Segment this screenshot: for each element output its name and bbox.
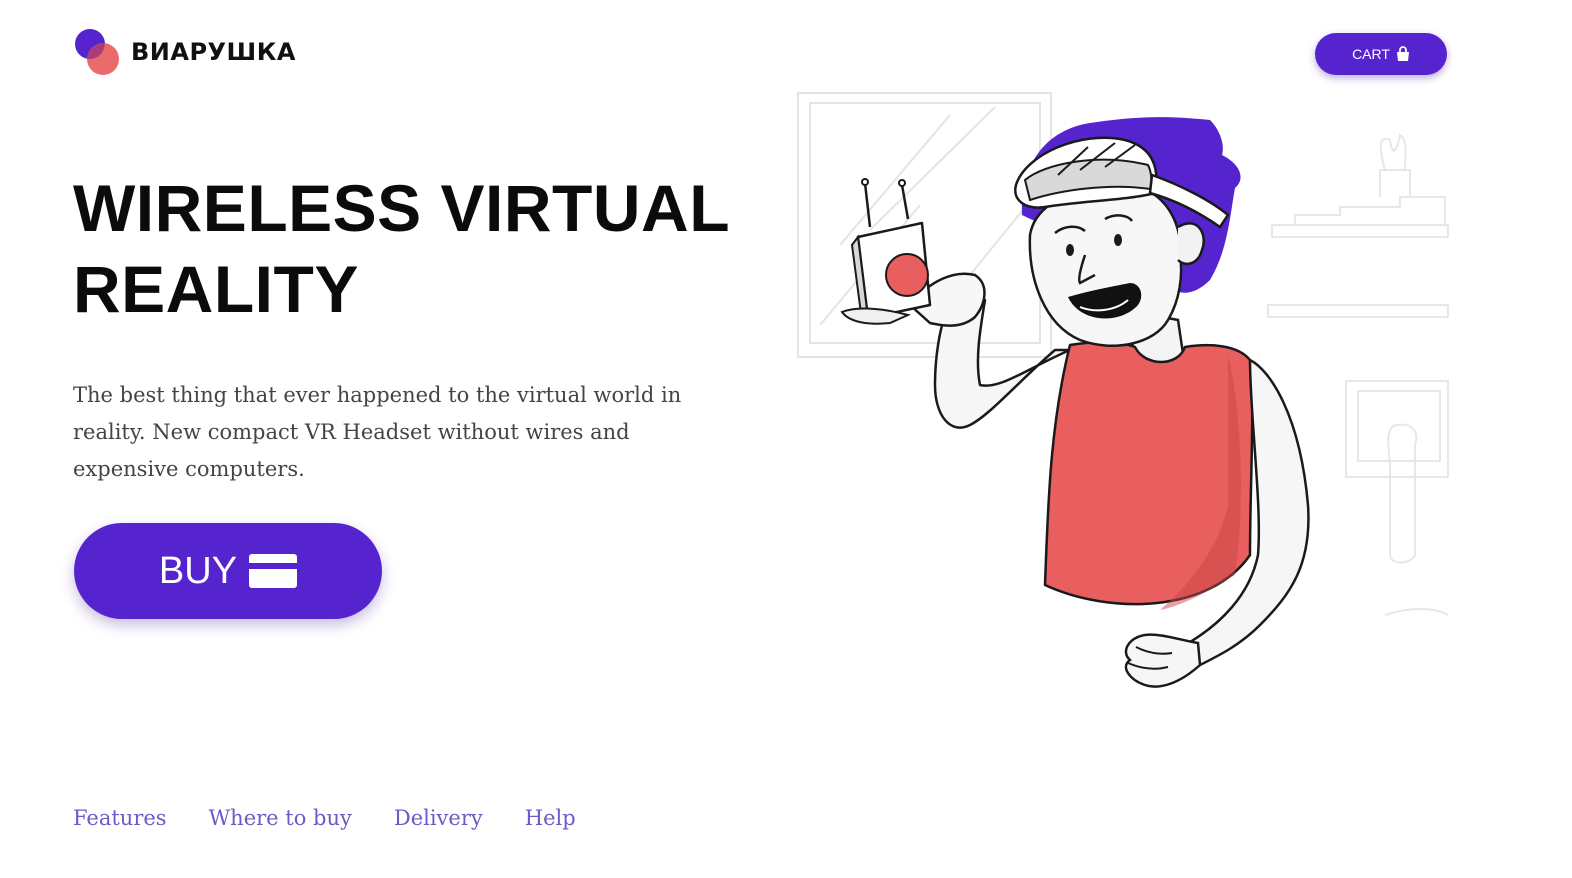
resting-hand xyxy=(1124,633,1202,688)
vr-controller xyxy=(840,178,932,325)
hero-title: WIRELESS VIRTUAL REALITY xyxy=(73,168,773,330)
nav-link-features[interactable]: Features xyxy=(73,806,167,830)
hero-description: The best thing that ever happened to the… xyxy=(73,383,682,481)
face xyxy=(1028,184,1183,347)
buy-button[interactable]: BUY xyxy=(74,523,382,619)
brand-name: ВИАРУШКА xyxy=(131,38,296,66)
nav-link-delivery[interactable]: Delivery xyxy=(394,806,483,830)
nav-link-help[interactable]: Help xyxy=(525,806,576,830)
cart-button[interactable]: CART xyxy=(1315,33,1447,75)
buy-label: BUY xyxy=(158,549,238,592)
hero-title-line-2: REALITY xyxy=(73,252,359,326)
logo-circles-icon xyxy=(73,29,121,75)
shopping-bag-icon xyxy=(1396,46,1410,62)
credit-card-icon xyxy=(249,554,298,588)
cart-label: CART xyxy=(1352,46,1390,62)
logo[interactable]: ВИАРУШКА xyxy=(73,29,296,75)
footer-nav: Features Where to buy Delivery Help xyxy=(73,806,576,830)
hero-title-line-1: WIRELESS VIRTUAL xyxy=(73,171,731,245)
nav-link-where-to-buy[interactable]: Where to buy xyxy=(209,806,352,830)
hero-illustration xyxy=(780,85,1460,705)
